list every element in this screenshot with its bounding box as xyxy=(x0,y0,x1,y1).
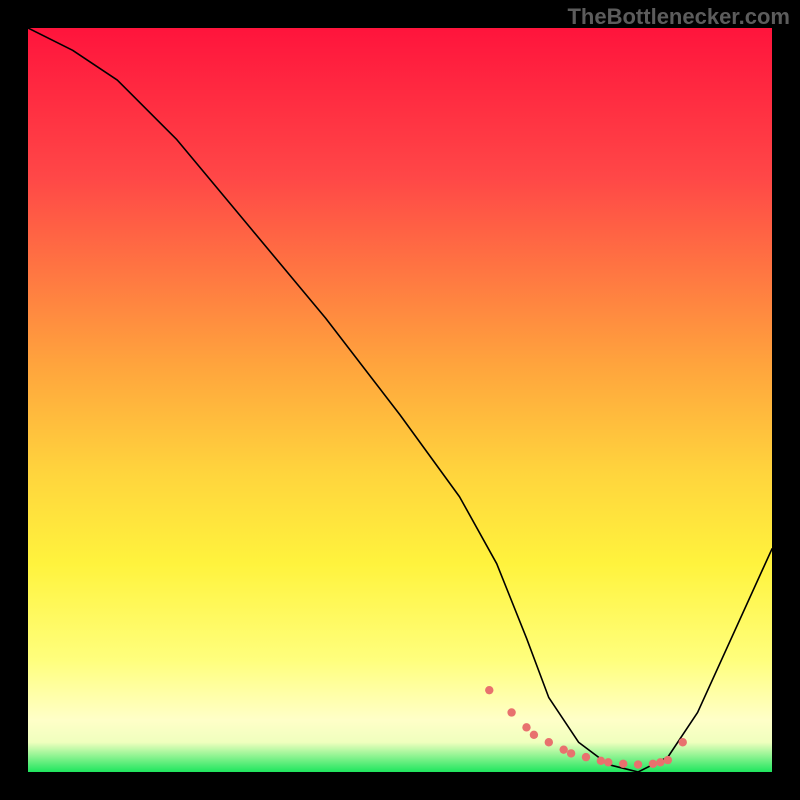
optimal-point xyxy=(545,738,553,746)
optimal-point xyxy=(656,758,664,766)
optimal-point xyxy=(522,723,530,731)
optimal-point xyxy=(567,749,575,757)
optimal-point xyxy=(604,758,612,766)
optimal-point xyxy=(485,686,493,694)
chart-plot-area xyxy=(28,28,772,772)
optimal-point xyxy=(597,757,605,765)
optimal-point xyxy=(649,760,657,768)
watermark-text: TheBottlenecker.com xyxy=(567,4,790,30)
optimal-point xyxy=(507,708,515,716)
chart-background xyxy=(28,28,772,772)
optimal-point xyxy=(530,731,538,739)
optimal-point xyxy=(679,738,687,746)
optimal-point xyxy=(582,753,590,761)
optimal-point xyxy=(634,760,642,768)
optimal-point xyxy=(559,745,567,753)
optimal-point xyxy=(619,760,627,768)
chart-svg xyxy=(28,28,772,772)
optimal-point xyxy=(664,756,672,764)
